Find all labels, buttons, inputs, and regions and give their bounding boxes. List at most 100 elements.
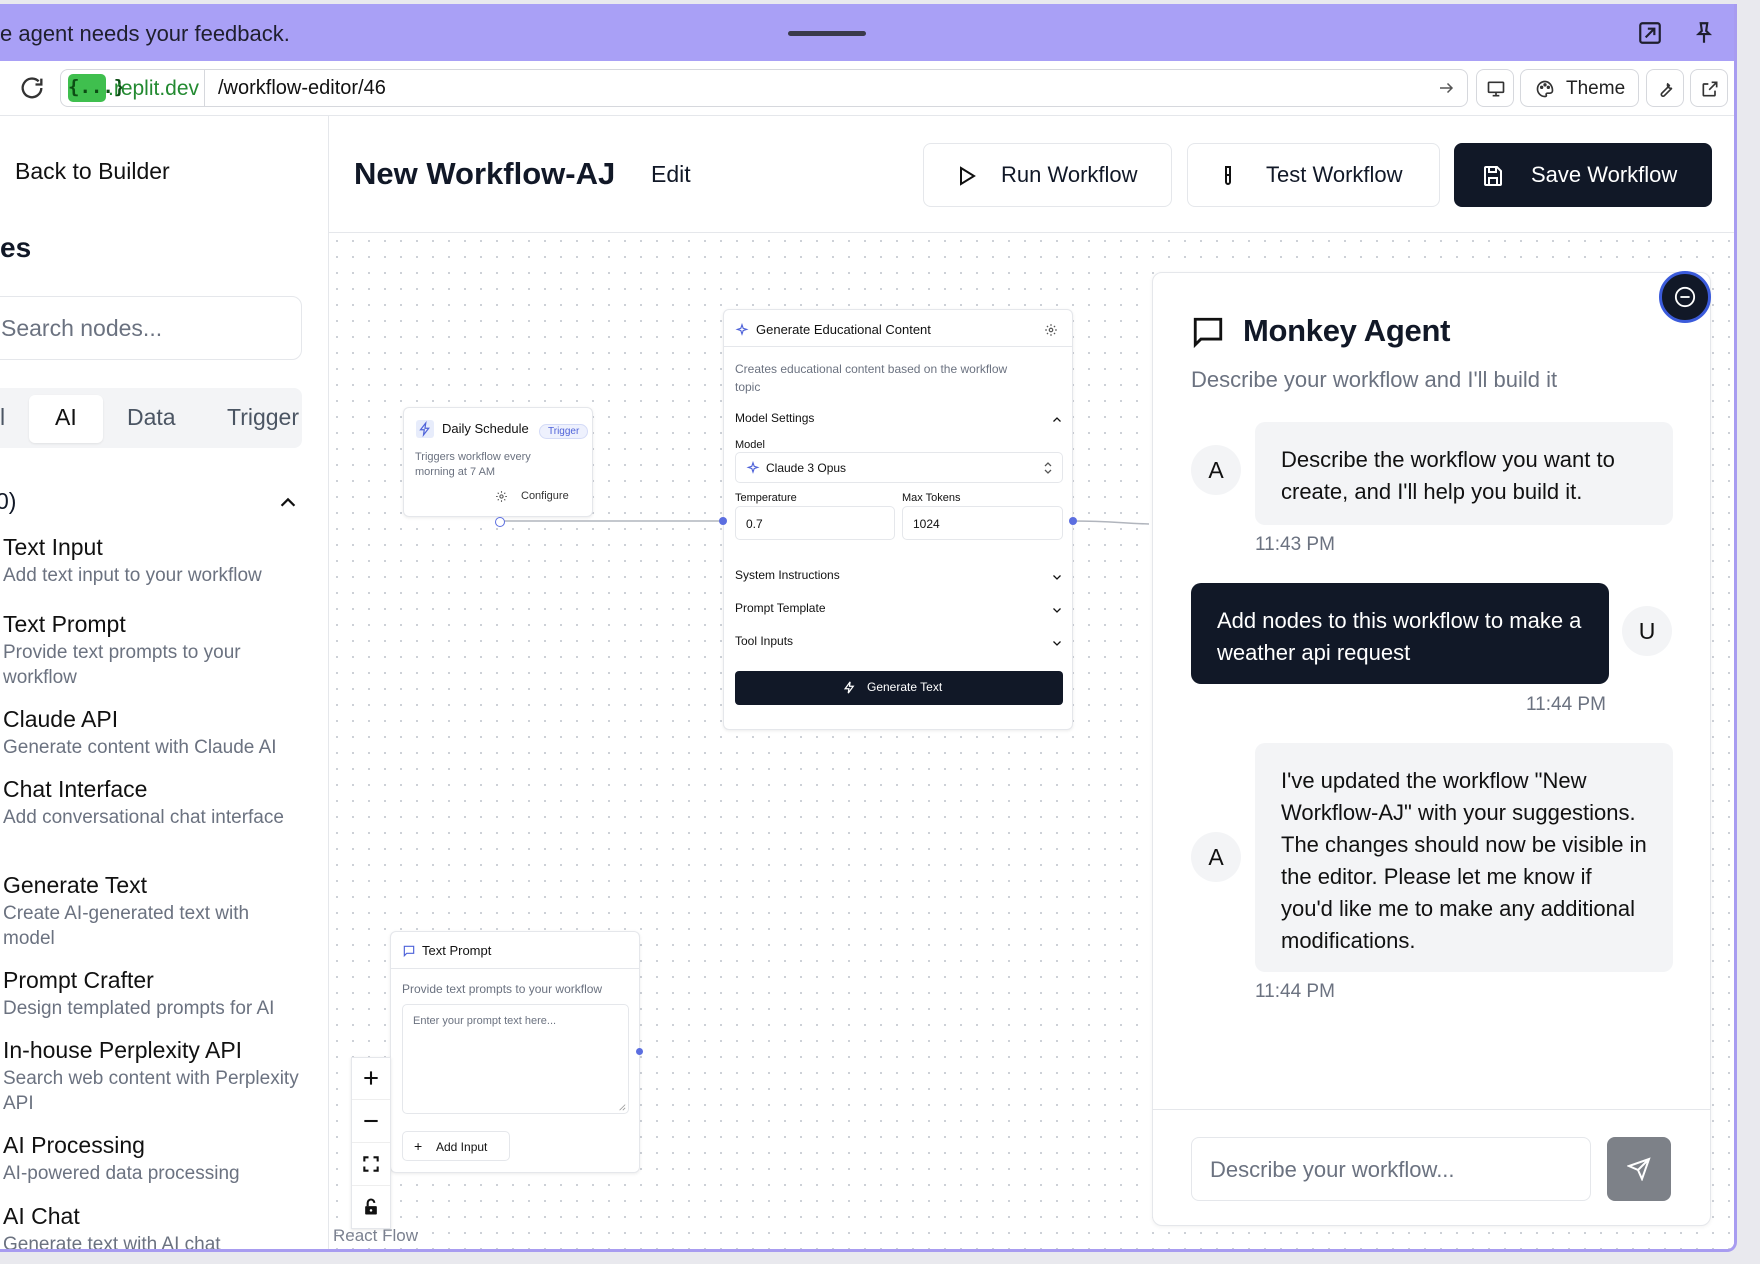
message-time: 11:43 PM [1255,534,1335,555]
feedback-bar: e agent needs your feedback. [0,4,1734,61]
test-workflow-button[interactable]: Test Workflow [1187,143,1440,207]
sidebar-node-item[interactable]: AI Chat Generate text with AI chat [3,1203,303,1249]
generate-output-handle[interactable] [1069,517,1077,525]
user-avatar: U [1622,606,1672,656]
node-item-title: Text Prompt [3,611,126,637]
device-button[interactable] [1476,69,1514,107]
sidebar-node-item[interactable]: Prompt Crafter Design templated prompts … [3,967,303,1021]
category-tabs: l AI Data Trigger [0,388,302,448]
tab-ai[interactable]: AI [29,395,103,443]
sidebar-node-item[interactable]: Text Prompt Provide text prompts to your… [3,611,303,690]
gear-icon[interactable] [1044,323,1058,337]
chevron-up-icon[interactable] [277,492,299,514]
sparkles-icon [735,323,749,336]
save-workflow-button[interactable]: Save Workflow [1454,143,1712,207]
section-label: Prompt Template [735,601,826,615]
pop-out-icon[interactable] [1637,20,1663,46]
chevron-up-icon [1053,417,1061,422]
node-item-title: Claude API [3,706,119,732]
workflow-header: New Workflow-AJ Edit Run Workflow Test W… [329,116,1734,233]
palette-icon [1536,80,1554,98]
prompt-template-toggle[interactable]: Prompt Template [735,601,1063,621]
sidebar-node-item[interactable]: Generate Text Create AI-generated text w… [3,872,303,951]
reload-icon[interactable] [18,74,46,102]
temperature-input[interactable]: 0.7 [735,506,895,540]
search-nodes-input[interactable]: Search nodes... [0,296,302,360]
daily-schedule-node[interactable]: Daily Schedule Trigger Triggers workflow… [403,407,593,517]
model-settings-toggle[interactable]: Model Settings [735,411,1063,431]
arrow-right-icon[interactable] [1437,79,1455,97]
system-instructions-toggle[interactable]: System Instructions [735,568,1063,588]
fit-view-button[interactable] [352,1144,390,1186]
node-item-title: Generate Text [3,872,148,898]
react-flow-attribution[interactable]: React Flow [333,1226,418,1246]
chat-input[interactable]: Describe your workflow... [1191,1137,1591,1201]
back-to-builder-link[interactable]: Back to Builder [15,158,170,185]
sidebar-title: es [0,232,32,263]
prompt-textarea[interactable]: Enter your prompt text here... [402,1004,629,1114]
run-workflow-button[interactable]: Run Workflow [923,143,1172,207]
url-path[interactable]: /workflow-editor/46 [218,77,386,100]
drag-handle[interactable] [788,31,866,36]
node-item-desc: AI-powered data processing [3,1163,240,1184]
sidebar-node-item[interactable]: AI Processing AI-powered data processing [3,1132,303,1186]
zoom-out-button[interactable] [352,1101,390,1143]
tools-button[interactable] [1646,69,1684,107]
max-tokens-label: Max Tokens [902,492,961,504]
zoom-controls [351,1057,391,1229]
resize-handle-icon[interactable] [618,1103,626,1111]
send-button[interactable] [1607,1137,1671,1201]
tab-all[interactable]: l [0,404,5,431]
url-divider [204,70,205,106]
sidebar-node-item[interactable]: Claude API Generate content with Claude … [3,706,303,760]
message-time: 11:44 PM [1526,694,1606,715]
add-input-label: Add Input [436,1140,488,1154]
chevron-down-icon [1053,641,1061,646]
message-square-icon [403,945,415,958]
dev-badge: {...} [68,74,125,102]
generate-text-button[interactable]: Generate Text [735,671,1063,705]
theme-button[interactable]: Theme [1520,69,1639,107]
add-input-button[interactable]: + Add Input [402,1131,510,1161]
node-item-title: In-house Perplexity API [3,1037,243,1063]
tab-data[interactable]: Data [127,404,176,431]
model-value: Claude 3 Opus [766,461,847,475]
model-select[interactable]: Claude 3 Opus [735,452,1063,483]
text-prompt-node[interactable]: Text Prompt Provide text prompts to your… [390,931,640,1173]
chat-subtitle: Describe your workflow and I'll build it [1191,367,1558,392]
url-bar: {...} .replit.dev /workflow-editor/46 Th… [0,61,1734,116]
collapse-chat-button[interactable] [1659,271,1711,323]
generate-content-node[interactable]: Generate Educational Content Creates edu… [723,309,1073,730]
generate-text-label: Generate Text [867,680,943,694]
theme-label: Theme [1566,78,1626,99]
zap-icon [843,681,855,694]
edit-title-button[interactable]: Edit [651,161,691,188]
node-title: Daily Schedule [442,421,529,436]
generate-input-handle[interactable] [719,517,727,525]
agent-avatar: A [1191,445,1241,495]
search-placeholder: Search nodes... [1,315,163,341]
section-label: Model Settings [735,411,815,425]
configure-link[interactable]: Configure [521,489,569,504]
sidebar-node-item[interactable]: Text Input Add text input to your workfl… [3,534,303,588]
node-item-desc: Generate content with Claude AI [3,737,277,758]
address-field[interactable]: {...} .replit.dev /workflow-editor/46 [60,69,1468,107]
browser-frame: e agent needs your feedback. {...} .repl… [0,4,1737,1252]
prompt-output-handle[interactable] [636,1048,643,1055]
tool-inputs-toggle[interactable]: Tool Inputs [735,634,1063,654]
pin-icon[interactable] [1691,20,1717,46]
max-tokens-input[interactable]: 1024 [902,506,1063,540]
schedule-output-handle[interactable] [495,517,505,527]
category-header[interactable]: 0) [0,488,300,518]
node-item-title: Prompt Crafter [3,967,154,993]
open-new-tab-button[interactable] [1690,69,1728,107]
tab-trigger[interactable]: Trigger [227,404,299,431]
minus-icon [364,1119,378,1123]
node-item-desc: Provide text prompts to your workflow [3,642,241,688]
zoom-in-button[interactable] [352,1058,390,1100]
sidebar-node-item[interactable]: In-house Perplexity API Search web conte… [3,1037,303,1116]
lock-button[interactable] [352,1187,390,1229]
node-item-desc: Search web content with Perplexity API [3,1068,299,1114]
sidebar-node-item[interactable]: Chat Interface Add conversational chat i… [3,776,303,830]
prompt-placeholder: Enter your prompt text here... [413,1015,557,1027]
